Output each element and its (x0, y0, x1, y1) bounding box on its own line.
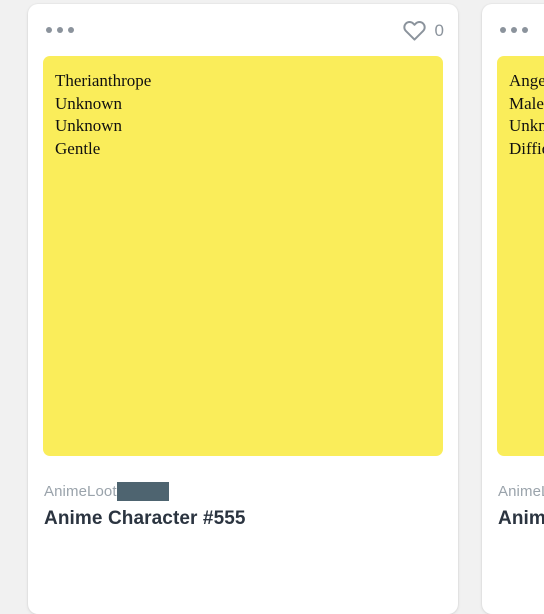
card-toolbar: 0 (482, 4, 544, 56)
like-count: 0 (434, 20, 444, 40)
ellipsis-icon[interactable] (498, 21, 530, 39)
trait-item: Diffident (509, 139, 544, 159)
trait-item: Gentle (55, 139, 101, 159)
trait-item: Unknown (509, 116, 544, 136)
trait-list: Angel Male Unknown Diffident (509, 70, 544, 161)
ellipsis-dot (57, 27, 63, 33)
nft-artwork[interactable]: Angel Male Unknown Diffident (497, 56, 544, 456)
nft-card[interactable]: 0 Therianthrope Unknown Unknown Gentle A… (28, 4, 458, 614)
item-title: Anime Character #555 (44, 508, 246, 529)
card-meta: AnimeLoot Anime Character #556 (482, 456, 544, 531)
ellipsis-dot (68, 27, 74, 33)
nft-card[interactable]: 0 Angel Male Unknown Diffident AnimeLoot… (482, 4, 544, 614)
redacted-block-icon (116, 482, 169, 501)
item-title: Anime Character #556 (498, 508, 544, 529)
ellipsis-dot (522, 27, 528, 33)
trait-item: Male (509, 93, 544, 113)
ellipsis-dot (500, 27, 506, 33)
like-button[interactable]: 0 (402, 18, 444, 43)
card-toolbar: 0 (28, 4, 458, 56)
ellipsis-icon[interactable] (44, 21, 76, 39)
nft-card-grid: 0 Therianthrope Unknown Unknown Gentle A… (0, 0, 544, 614)
collection-name: AnimeLoot (498, 483, 544, 500)
ellipsis-dot (46, 27, 52, 33)
nft-artwork[interactable]: Therianthrope Unknown Unknown Gentle (43, 56, 443, 456)
heart-outline-icon (402, 20, 426, 41)
trait-item: Unknown (55, 93, 123, 113)
collection-row[interactable]: AnimeLoot (44, 482, 458, 501)
collection-row[interactable]: AnimeLoot (498, 482, 544, 501)
trait-item: Angel (509, 71, 544, 90)
trait-item: Therianthrope (55, 71, 152, 90)
ellipsis-dot (511, 27, 517, 33)
card-meta: AnimeLoot Anime Character #555 (28, 456, 458, 531)
trait-list: Therianthrope Unknown Unknown Gentle (55, 70, 443, 161)
trait-item: Unknown (55, 116, 123, 136)
collection-name: AnimeLoot (44, 483, 117, 500)
